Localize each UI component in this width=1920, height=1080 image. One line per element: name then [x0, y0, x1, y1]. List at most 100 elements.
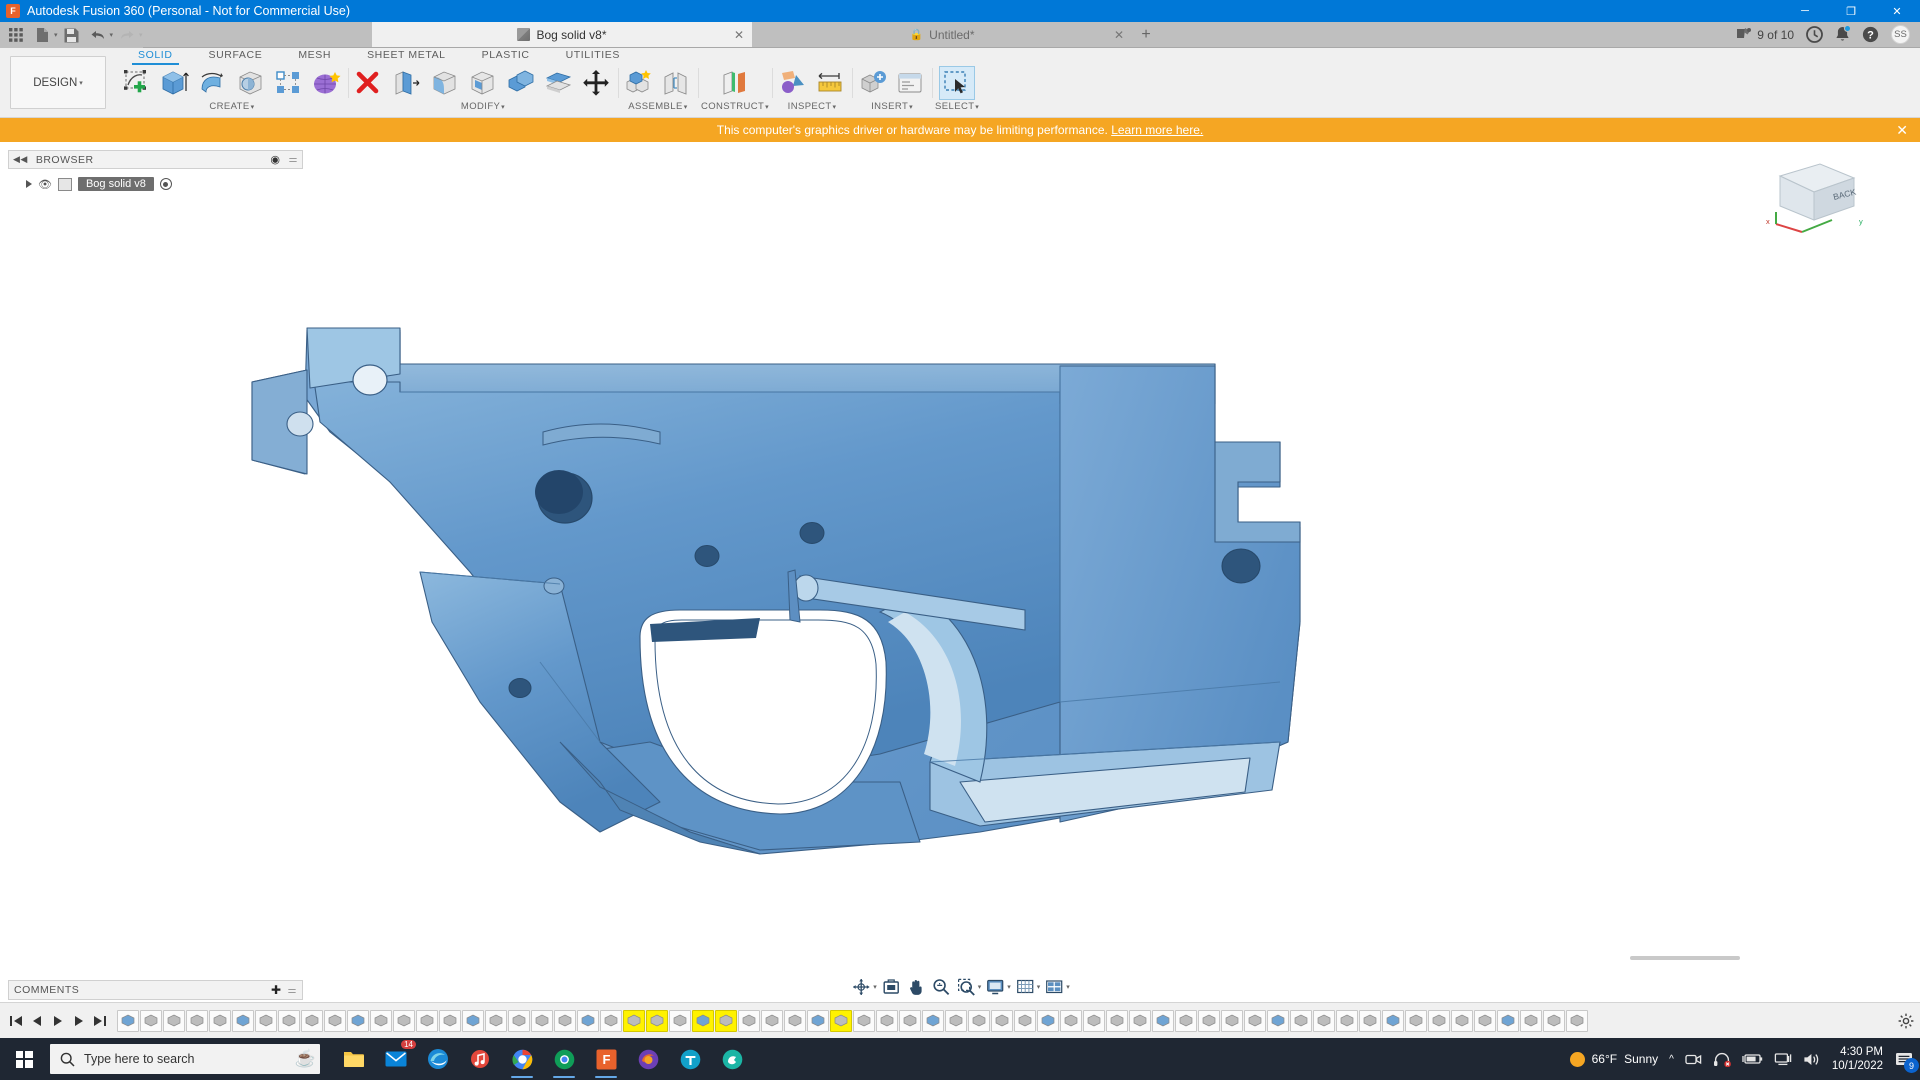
timeline-feature[interactable]: [646, 1010, 668, 1032]
timeline-feature[interactable]: [485, 1010, 507, 1032]
timeline-feature[interactable]: [669, 1010, 691, 1032]
notifications-button[interactable]: [1835, 26, 1850, 43]
job-status-indicator[interactable]: 9 of 10: [1736, 27, 1794, 42]
step-forward-icon[interactable]: [69, 1009, 89, 1033]
timeline-feature[interactable]: [531, 1010, 553, 1032]
timeline-feature[interactable]: [1382, 1010, 1404, 1032]
timeline-feature[interactable]: [945, 1010, 967, 1032]
browser-tree-row[interactable]: 👁 Bog solid v8: [26, 175, 303, 193]
comments-grip-icon[interactable]: ⚌: [288, 985, 297, 996]
user-avatar[interactable]: SS: [1891, 25, 1910, 44]
recent-documents-button[interactable]: [1806, 26, 1823, 43]
timeline-feature[interactable]: [324, 1010, 346, 1032]
battery-icon[interactable]: [1742, 1052, 1763, 1066]
create-sketch-icon[interactable]: [119, 66, 155, 100]
timeline-feature[interactable]: [1428, 1010, 1450, 1032]
display-settings-caret-icon[interactable]: ▾: [1007, 983, 1011, 991]
split-face-icon[interactable]: [541, 66, 577, 100]
zoom-window-caret-icon[interactable]: ▾: [978, 983, 982, 991]
timeline-feature[interactable]: [439, 1010, 461, 1032]
timeline-feature[interactable]: [968, 1010, 990, 1032]
timeline-feature[interactable]: [301, 1010, 323, 1032]
new-file-icon[interactable]: [30, 24, 54, 46]
create-form-icon[interactable]: [309, 66, 345, 100]
timeline-feature[interactable]: [623, 1010, 645, 1032]
windows-start-icon[interactable]: [0, 1038, 48, 1080]
timeline-feature[interactable]: [692, 1010, 714, 1032]
timeline-feature[interactable]: [1244, 1010, 1266, 1032]
timeline-feature[interactable]: [462, 1010, 484, 1032]
grid-snaps-icon[interactable]: [1014, 976, 1036, 998]
timeline-feature[interactable]: [1129, 1010, 1151, 1032]
timeline-scrollbar[interactable]: [1630, 956, 1740, 960]
new-component-icon[interactable]: [621, 66, 657, 100]
timeline-feature[interactable]: [1359, 1010, 1381, 1032]
network-icon[interactable]: [1774, 1052, 1792, 1067]
timeline-feature[interactable]: [1474, 1010, 1496, 1032]
press-pull-icon[interactable]: [389, 66, 425, 100]
timeline-features[interactable]: [111, 1010, 1891, 1032]
timeline-feature[interactable]: [140, 1010, 162, 1032]
timeline-feature[interactable]: [853, 1010, 875, 1032]
new-file-caret-icon[interactable]: ▾: [54, 31, 58, 39]
timeline-feature[interactable]: [209, 1010, 231, 1032]
timeline-feature[interactable]: [278, 1010, 300, 1032]
zoom-window-icon[interactable]: [955, 976, 977, 998]
go-to-beginning-icon[interactable]: [6, 1009, 26, 1033]
taskbar-chrome-icon[interactable]: [544, 1039, 584, 1079]
timeline-feature[interactable]: [1037, 1010, 1059, 1032]
workspace-switcher[interactable]: DESIGN ▾: [10, 56, 106, 109]
timeline-feature[interactable]: [1060, 1010, 1082, 1032]
new-document-tab-button[interactable]: +: [1132, 22, 1160, 47]
timeline-feature[interactable]: [1014, 1010, 1036, 1032]
volume-icon[interactable]: [1803, 1052, 1821, 1067]
view-cube[interactable]: BACK x y: [1758, 154, 1868, 234]
insert-derive-icon[interactable]: [855, 66, 891, 100]
shell-icon[interactable]: [465, 66, 501, 100]
timeline-feature[interactable]: [577, 1010, 599, 1032]
browser-grip-icon[interactable]: ⚌: [289, 154, 298, 165]
timeline-feature[interactable]: [393, 1010, 415, 1032]
browser-collapse-icon[interactable]: ◀◀: [13, 154, 28, 165]
timeline-feature[interactable]: [830, 1010, 852, 1032]
timeline-feature[interactable]: [232, 1010, 254, 1032]
save-icon[interactable]: [60, 24, 84, 46]
activate-icon[interactable]: [160, 178, 172, 190]
orbit-caret-icon[interactable]: ▾: [873, 983, 877, 991]
rectangular-pattern-icon[interactable]: [271, 66, 307, 100]
combine-icon[interactable]: [503, 66, 539, 100]
action-center-button[interactable]: 9: [1894, 1049, 1914, 1069]
timeline-feature[interactable]: [738, 1010, 760, 1032]
undo-caret-icon[interactable]: ▾: [110, 31, 114, 39]
timeline-feature[interactable]: [1520, 1010, 1542, 1032]
taskbar-music-icon[interactable]: [460, 1039, 500, 1079]
taskbar-edge-icon[interactable]: [418, 1039, 458, 1079]
joint-icon[interactable]: [659, 66, 695, 100]
pan-icon[interactable]: [905, 976, 927, 998]
select-icon[interactable]: [939, 66, 975, 100]
taskbar-clock[interactable]: 4:30 PM 10/1/2022: [1832, 1045, 1883, 1074]
warning-learn-more-link[interactable]: Learn more here.: [1111, 123, 1203, 137]
timeline-feature[interactable]: [899, 1010, 921, 1032]
headset-muted-icon[interactable]: [1713, 1052, 1731, 1067]
revolve-icon[interactable]: [195, 66, 231, 100]
fillet-icon[interactable]: [427, 66, 463, 100]
timeline-feature[interactable]: [186, 1010, 208, 1032]
timeline-feature[interactable]: [554, 1010, 576, 1032]
taskbar-file-explorer-icon[interactable]: [334, 1039, 374, 1079]
timeline-feature[interactable]: [715, 1010, 737, 1032]
ribbon-tab-mesh[interactable]: MESH: [280, 48, 349, 63]
timeline-feature[interactable]: [807, 1010, 829, 1032]
browser-menu-icon[interactable]: ◉: [270, 153, 280, 166]
timeline-feature[interactable]: [1267, 1010, 1289, 1032]
taskbar-chrome-alt-icon[interactable]: [502, 1039, 542, 1079]
timeline-feature[interactable]: [922, 1010, 944, 1032]
timeline-feature[interactable]: [876, 1010, 898, 1032]
interference-icon[interactable]: [775, 66, 811, 100]
timeline-feature[interactable]: [1566, 1010, 1588, 1032]
eye-icon[interactable]: 👁: [38, 178, 52, 191]
viewports-caret-icon[interactable]: ▾: [1066, 983, 1070, 991]
help-button[interactable]: ?: [1862, 26, 1879, 43]
offset-plane-icon[interactable]: [717, 66, 753, 100]
timeline-feature[interactable]: [761, 1010, 783, 1032]
